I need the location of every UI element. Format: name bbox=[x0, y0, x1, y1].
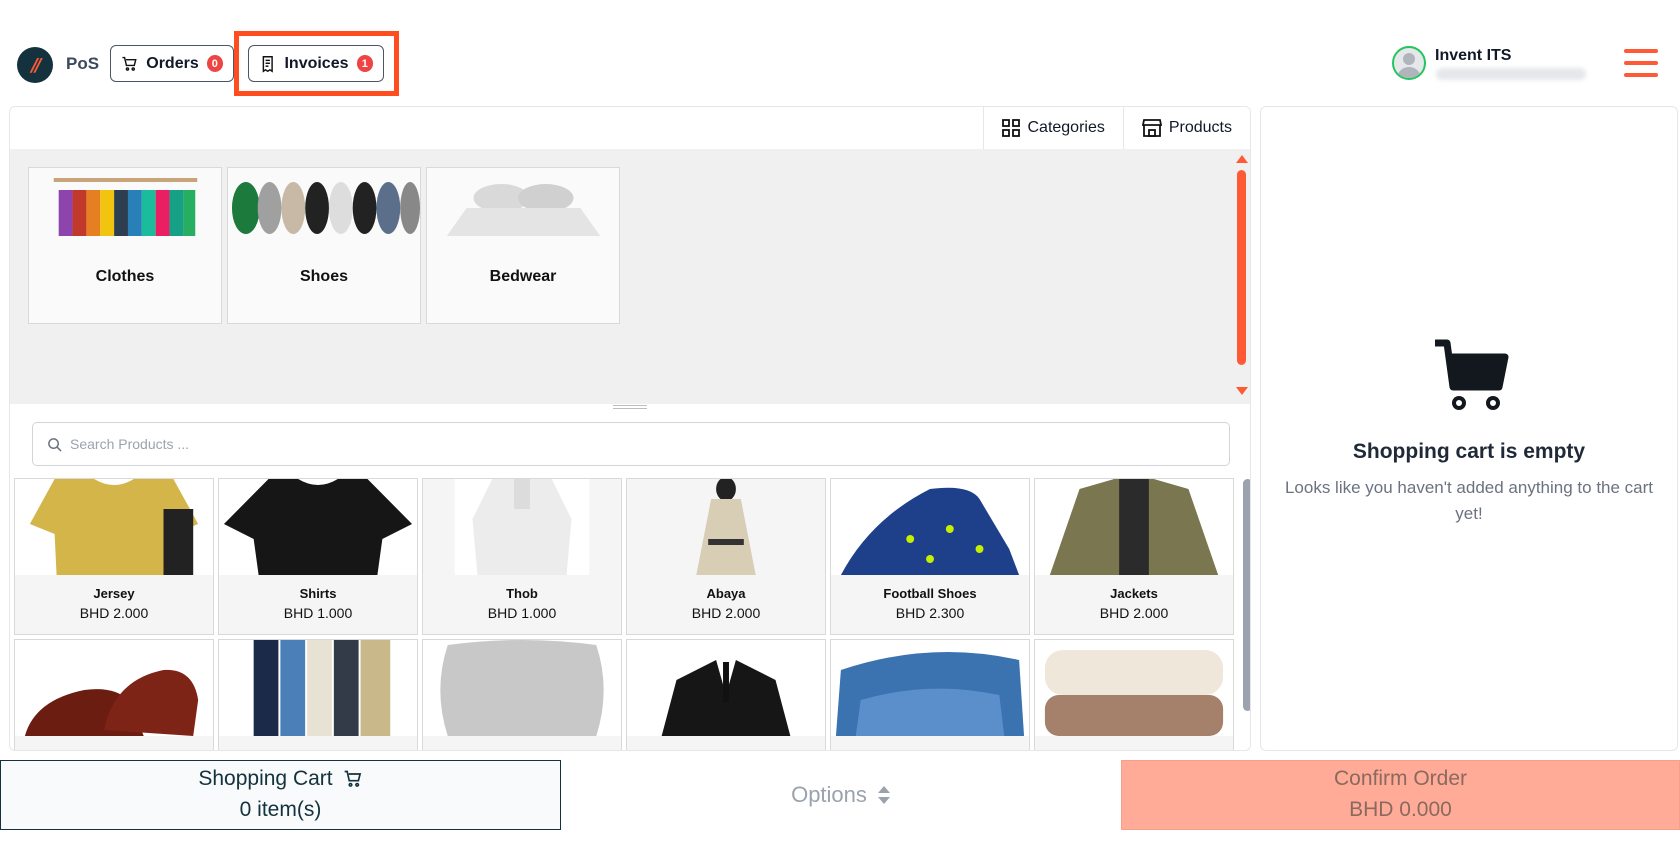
thob-image bbox=[423, 479, 621, 575]
blankets-image bbox=[1035, 640, 1233, 736]
product-price: BHD 2.000 bbox=[1099, 605, 1169, 621]
invoices-highlight-box bbox=[234, 31, 399, 96]
top-header: // PoS Orders 0 Invoices 1 Invent ITS bbox=[0, 0, 1680, 100]
product-card-jersey[interactable]: Jersey BHD 2.000 bbox=[14, 478, 214, 635]
product-price: BHD 2.000 bbox=[691, 605, 761, 621]
product-name: Football Shoes bbox=[883, 586, 977, 601]
grid-icon bbox=[1002, 119, 1021, 137]
product-name: Jackets bbox=[1110, 586, 1158, 601]
product-card-suit[interactable] bbox=[626, 639, 826, 750]
cart-panel: Shopping cart is empty Looks like you ha… bbox=[1260, 106, 1678, 751]
user-subtitle-blurred bbox=[1436, 68, 1586, 80]
search-bar bbox=[32, 422, 1230, 466]
product-name: Abaya bbox=[706, 586, 746, 601]
trousers-image bbox=[219, 640, 417, 736]
products-scrollbar[interactable] bbox=[1243, 479, 1250, 711]
clothes-image bbox=[29, 168, 221, 236]
bottom-action-bar: Shopping Cart 0 item(s) Options Confirm … bbox=[0, 760, 1680, 830]
order-total: BHD 0.000 bbox=[1349, 798, 1452, 821]
shoes-image bbox=[228, 168, 420, 236]
product-card-jackets[interactable]: Jackets BHD 2.000 bbox=[1034, 478, 1234, 635]
confirm-order-button[interactable]: Confirm Order BHD 0.000 bbox=[1121, 760, 1680, 830]
category-card-clothes[interactable]: Clothes bbox=[28, 167, 222, 324]
search-icon bbox=[48, 437, 62, 452]
cart-empty-title: Shopping cart is empty bbox=[1352, 440, 1586, 463]
cart-empty-message: Looks like you haven't added anything to… bbox=[1284, 478, 1654, 523]
product-card-trousers[interactable] bbox=[218, 639, 418, 750]
product-card-football-shoes[interactable]: Football Shoes BHD 2.300 bbox=[830, 478, 1030, 635]
scroll-thumb[interactable] bbox=[1237, 170, 1246, 365]
tab-products-label: Products bbox=[1168, 119, 1232, 136]
categories-scrollbar[interactable] bbox=[1236, 155, 1248, 395]
suit-image bbox=[627, 640, 825, 736]
orders-label: Orders bbox=[146, 54, 199, 72]
product-card-shirts[interactable]: Shirts BHD 1.000 bbox=[218, 478, 418, 635]
football-shoes-image bbox=[831, 479, 1029, 575]
formal-shoes-image bbox=[15, 640, 213, 736]
category-card-bedwear[interactable]: Bedwear bbox=[426, 167, 620, 324]
category-label: Bedwear bbox=[489, 268, 557, 285]
products-grid: Jersey BHD 2.000 Shirts BHD 1.000 Thob B… bbox=[14, 478, 1234, 750]
product-card-blankets[interactable] bbox=[1034, 639, 1234, 750]
product-card-abaya[interactable]: Abaya BHD 2.000 bbox=[626, 478, 826, 635]
orders-button[interactable]: Orders 0 bbox=[110, 45, 234, 82]
view-tabs: Categories Products bbox=[983, 107, 1250, 149]
cart-icon bbox=[344, 770, 361, 787]
sort-icon bbox=[877, 786, 890, 804]
orders-count-badge: 0 bbox=[206, 55, 223, 72]
abaya-image bbox=[627, 479, 825, 575]
resize-handle[interactable] bbox=[613, 405, 647, 409]
hamburger-menu-icon[interactable] bbox=[1624, 49, 1658, 79]
app-name: PoS bbox=[66, 54, 100, 73]
product-name: Thob bbox=[506, 586, 538, 601]
user-icon bbox=[1397, 53, 1421, 78]
options-button[interactable]: Options bbox=[561, 760, 1121, 830]
product-price: BHD 2.000 bbox=[79, 605, 149, 621]
scroll-up-arrow-icon[interactable] bbox=[1236, 155, 1248, 163]
jeans-image bbox=[831, 640, 1029, 736]
cart-icon bbox=[122, 56, 137, 71]
scroll-down-arrow-icon[interactable] bbox=[1236, 387, 1248, 395]
options-label: Options bbox=[791, 782, 867, 807]
jacket-image bbox=[1035, 479, 1233, 575]
category-card-shoes[interactable]: Shoes bbox=[227, 167, 421, 324]
store-icon bbox=[1141, 119, 1162, 137]
shopping-cart-icon bbox=[1435, 339, 1509, 410]
product-card-formal-shoes[interactable] bbox=[14, 639, 214, 750]
shopping-cart-button[interactable]: Shopping Cart 0 item(s) bbox=[0, 760, 561, 830]
tab-categories[interactable]: Categories bbox=[983, 107, 1123, 149]
product-card-jeans[interactable] bbox=[830, 639, 1030, 750]
product-price: BHD 1.000 bbox=[283, 605, 353, 621]
categories-area: Clothes Shoes Bedwear bbox=[10, 149, 1250, 404]
search-input[interactable] bbox=[70, 436, 1170, 452]
product-price: BHD 2.300 bbox=[895, 605, 965, 621]
pillow-image bbox=[423, 640, 621, 736]
shopping-cart-label: Shopping Cart bbox=[198, 767, 333, 790]
bedwear-image bbox=[427, 168, 619, 236]
app-logo[interactable]: // bbox=[17, 47, 53, 83]
catalog-panel: Categories Products Clothes Shoes Bedwea… bbox=[9, 106, 1251, 751]
jersey-image bbox=[15, 479, 213, 575]
shirt-image bbox=[219, 479, 417, 575]
user-name: Invent ITS bbox=[1435, 47, 1512, 64]
product-name: Jersey bbox=[93, 586, 135, 601]
tab-categories-label: Categories bbox=[1027, 119, 1105, 136]
product-card-thob[interactable]: Thob BHD 1.000 bbox=[422, 478, 622, 635]
product-card-pillow[interactable] bbox=[422, 639, 622, 750]
category-label: Shoes bbox=[299, 268, 348, 285]
user-avatar[interactable] bbox=[1392, 46, 1426, 80]
tab-products[interactable]: Products bbox=[1122, 107, 1250, 149]
product-price: BHD 1.000 bbox=[487, 605, 557, 621]
confirm-order-label: Confirm Order bbox=[1333, 767, 1468, 790]
cart-item-count: 0 item(s) bbox=[239, 798, 322, 821]
category-label: Clothes bbox=[95, 268, 155, 285]
product-name: Shirts bbox=[299, 586, 337, 601]
